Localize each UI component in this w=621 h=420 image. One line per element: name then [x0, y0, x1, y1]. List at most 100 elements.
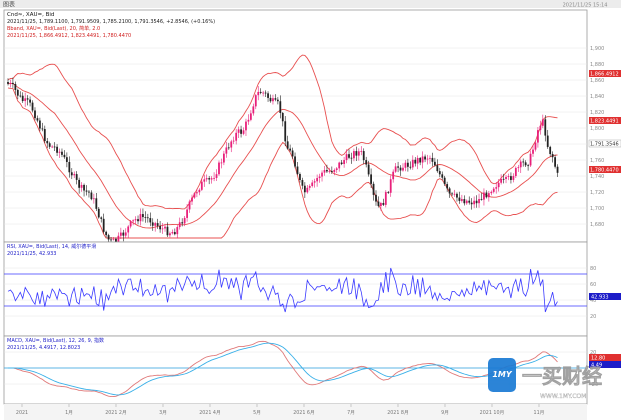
candle-body [321, 172, 323, 177]
price-badge-lower: 1,780.4470 [589, 166, 621, 174]
candle-body [546, 135, 549, 147]
candle-body [97, 208, 100, 218]
chart-canvas[interactable]: 图表 2021/11/25 15:14 1,900 1,880 1,860 1,840… [0, 0, 621, 420]
candle-body [230, 141, 233, 148]
candle-body [215, 174, 218, 178]
candle-body [281, 112, 284, 122]
candle-body [38, 120, 41, 129]
candle-body [122, 232, 125, 236]
candle-body [139, 214, 142, 222]
candle-body [539, 125, 542, 131]
candle-body [242, 130, 245, 134]
candle-body [34, 110, 36, 119]
candle-body [532, 149, 534, 154]
candle-body [164, 226, 166, 229]
price-info-line: 2021/11/25, 1,789.1100, 1,791.9509, 1,78… [7, 19, 215, 25]
candle-body [487, 193, 490, 198]
candle-body [399, 167, 402, 171]
candle-body [240, 129, 242, 134]
candle-body [402, 167, 404, 171]
candle-body [78, 179, 81, 188]
candle-body [208, 178, 211, 180]
candle-body [355, 151, 358, 156]
candle-body [316, 178, 319, 182]
rsi-badge: 42.933 [589, 293, 621, 301]
candle-body [75, 174, 78, 180]
candle-body [323, 170, 326, 173]
candle-body [360, 151, 363, 152]
candle-body [541, 119, 544, 126]
candle-body [522, 161, 525, 163]
candle-body [348, 154, 350, 158]
candle-body [495, 187, 498, 189]
candle-body [345, 154, 348, 161]
candle-body [527, 165, 530, 167]
candle-body [183, 217, 186, 224]
candle-body [272, 98, 274, 102]
candle-body [56, 146, 58, 153]
candle-body [306, 187, 309, 193]
candle-body [353, 151, 355, 159]
candle-body [370, 174, 372, 184]
candle-body [451, 193, 453, 195]
candle-body [7, 82, 9, 84]
candle-body [178, 222, 181, 228]
candle-body [429, 157, 431, 159]
time-axis-label: 7月 [347, 410, 355, 416]
candle-body [470, 202, 473, 205]
candle-body [117, 235, 120, 242]
candle-body [362, 151, 365, 161]
candle-body [274, 98, 277, 100]
candle-body [468, 200, 471, 203]
candle-body [382, 202, 385, 205]
candle-body [294, 156, 296, 167]
candle-body [144, 217, 147, 218]
time-axis-label: 1月 [65, 410, 73, 416]
candle-body [554, 157, 556, 167]
macd-badge-signal-label: 12.80 [591, 356, 605, 362]
candle-body [392, 171, 395, 180]
candle-body [328, 170, 331, 172]
price-tick-label: 1,840 [590, 94, 604, 100]
candle-body [357, 151, 360, 156]
candle-body [514, 167, 517, 177]
candle-body [53, 146, 56, 148]
price-badge-last: 1,791.3546 [588, 139, 621, 148]
candle-body [433, 161, 436, 166]
candle-body [156, 223, 159, 226]
candle-body [372, 183, 375, 195]
candle-body [9, 82, 12, 84]
candle-body [210, 178, 213, 180]
candle-body [502, 178, 505, 180]
candle-body [456, 193, 458, 198]
candle-body [92, 198, 95, 200]
candle-body [510, 176, 512, 180]
candle-body [159, 225, 162, 230]
candle-body [220, 162, 223, 164]
price-title: Cnd≈, XAU=, Bid [7, 12, 54, 18]
chart-window[interactable]: 图表 2021/11/25 15:14 1,900 1,880 1,860 1,840… [0, 0, 621, 420]
candle-body [404, 162, 407, 168]
candle-body [458, 197, 461, 201]
candle-body [65, 157, 68, 162]
candle-body [529, 153, 532, 166]
price-tick-label: 1,720 [590, 190, 604, 196]
time-axis-label: 3月 [159, 410, 167, 416]
window-corner-text: 2021/11/25 15:14 [563, 3, 608, 9]
candle-body [90, 192, 93, 200]
price-badge-middle: 1,823.4491 [589, 117, 621, 125]
candle-body [19, 95, 22, 97]
candle-body [61, 151, 63, 155]
time-axis-label: 2021 [16, 410, 28, 416]
candle-body [188, 201, 191, 210]
candle-body [102, 218, 105, 232]
rsi-panel[interactable] [3, 241, 588, 337]
candle-body [365, 160, 368, 165]
candle-body [411, 159, 414, 168]
candle-body [367, 164, 370, 175]
candle-body [475, 200, 478, 204]
bband-title: Bband, XAU=, Bid(Last), 20, 简单, 2.0 [7, 25, 100, 32]
candle-body [414, 159, 417, 164]
candle-body [105, 231, 108, 236]
candle-body [267, 93, 269, 98]
